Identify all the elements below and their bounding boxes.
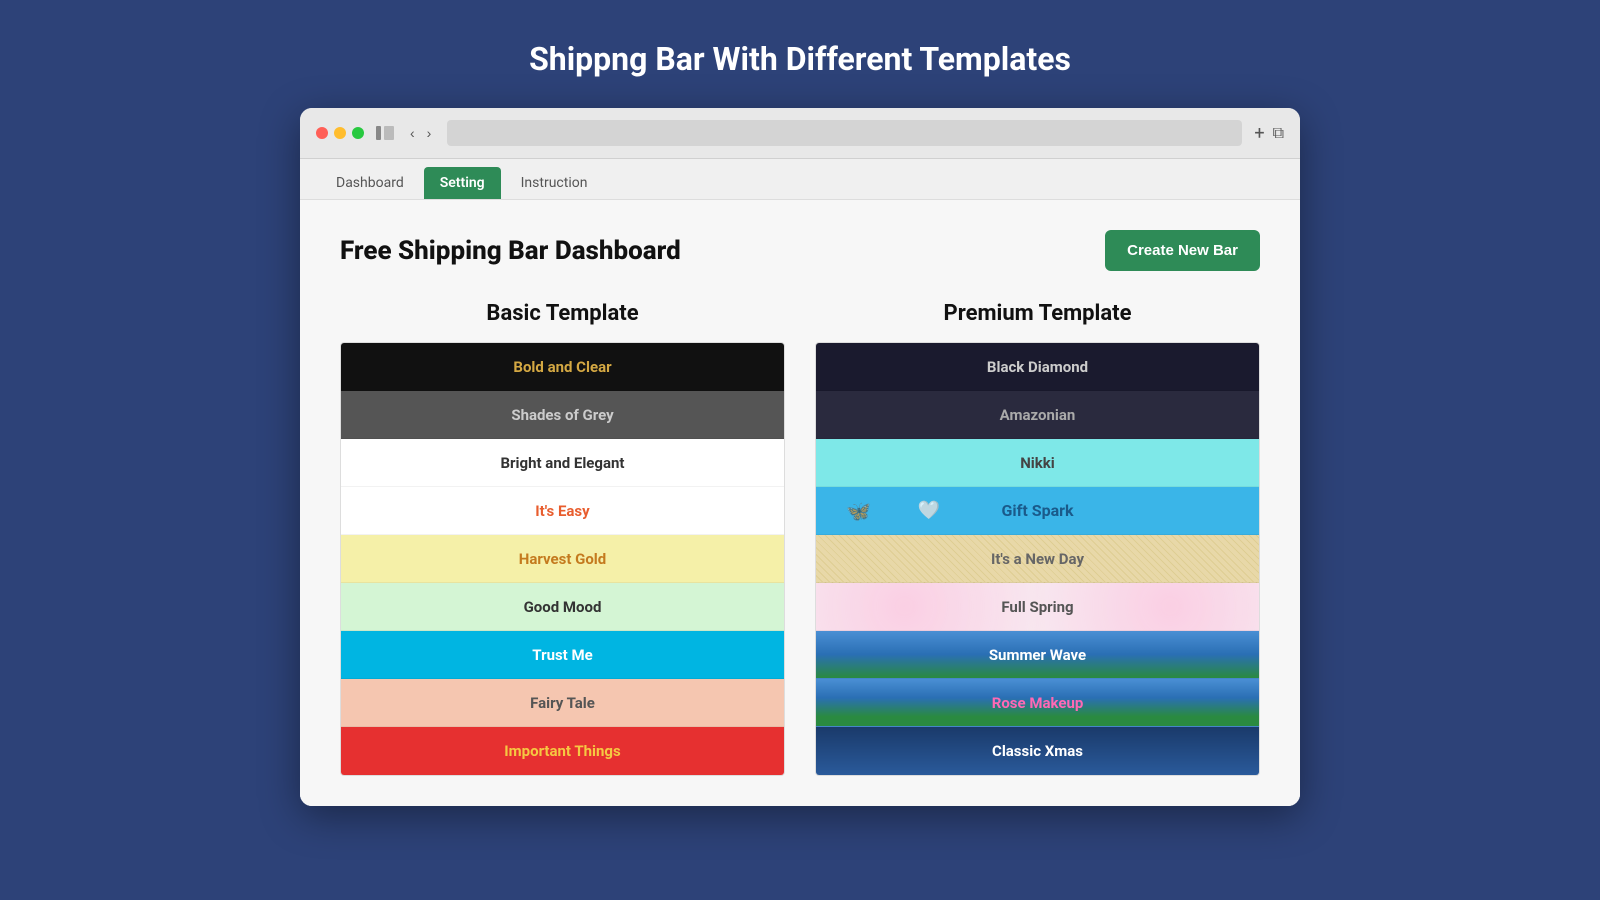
forward-button[interactable]: ›: [423, 123, 436, 143]
page-title: Shippng Bar With Different Templates: [529, 40, 1071, 78]
main-content: Free Shipping Bar Dashboard Create New B…: [300, 200, 1300, 806]
template-classic-xmas[interactable]: Classic Xmas: [816, 727, 1259, 775]
tab-dashboard[interactable]: Dashboard: [320, 167, 420, 199]
traffic-lights: [316, 127, 364, 139]
tab-setting[interactable]: Setting: [424, 167, 501, 199]
minimize-button[interactable]: [334, 127, 346, 139]
address-bar[interactable]: [447, 120, 1242, 146]
template-its-a-new-day[interactable]: It's a New Day: [816, 535, 1259, 583]
tab-instruction[interactable]: Instruction: [505, 167, 604, 199]
browser-actions: + ⧉: [1254, 123, 1284, 144]
nav-arrows: ‹ ›: [406, 123, 435, 143]
basic-template-heading: Basic Template: [340, 301, 785, 326]
template-important-things[interactable]: Important Things: [341, 727, 784, 775]
browser-chrome: ‹ › + ⧉: [300, 108, 1300, 159]
template-its-easy[interactable]: It's Easy: [341, 487, 784, 535]
template-amazonian[interactable]: Amazonian: [816, 391, 1259, 439]
basic-template-section: Basic Template Bold and Clear Shades of …: [340, 301, 785, 776]
premium-template-section: Premium Template Black Diamond Amazonian…: [815, 301, 1260, 776]
premium-template-heading: Premium Template: [815, 301, 1260, 326]
template-good-mood[interactable]: Good Mood: [341, 583, 784, 631]
gift-spark-heart-icon: 🤍: [918, 500, 940, 521]
template-rose-makeup[interactable]: Rose Makeup: [816, 679, 1259, 727]
template-black-diamond[interactable]: Black Diamond: [816, 343, 1259, 391]
new-tab-icon[interactable]: +: [1254, 123, 1264, 144]
template-summer-wave[interactable]: Summer Wave: [816, 631, 1259, 679]
close-button[interactable]: [316, 127, 328, 139]
template-harvest-gold[interactable]: Harvest Gold: [341, 535, 784, 583]
sidebar-toggle-icon[interactable]: [376, 126, 394, 140]
premium-template-list: Black Diamond Amazonian Nikki 🦋 🤍 Gift S…: [815, 342, 1260, 776]
dashboard-title: Free Shipping Bar Dashboard: [340, 236, 681, 266]
templates-grid: Basic Template Bold and Clear Shades of …: [340, 301, 1260, 776]
copy-icon[interactable]: ⧉: [1273, 123, 1284, 144]
back-button[interactable]: ‹: [406, 123, 419, 143]
template-nikki[interactable]: Nikki: [816, 439, 1259, 487]
template-bright-and-elegant[interactable]: Bright and Elegant: [341, 439, 784, 487]
create-new-bar-button[interactable]: Create New Bar: [1105, 230, 1260, 271]
browser-window: ‹ › + ⧉ Dashboard Setting Instruction Fr…: [300, 108, 1300, 806]
template-bold-and-clear[interactable]: Bold and Clear: [341, 343, 784, 391]
template-fairy-tale[interactable]: Fairy Tale: [341, 679, 784, 727]
template-gift-spark[interactable]: 🦋 🤍 Gift Spark: [816, 487, 1259, 535]
template-trust-me[interactable]: Trust Me: [341, 631, 784, 679]
dashboard-header: Free Shipping Bar Dashboard Create New B…: [340, 230, 1260, 271]
basic-template-list: Bold and Clear Shades of Grey Bright and…: [340, 342, 785, 776]
gift-spark-butterfly-icon: 🦋: [846, 499, 871, 523]
tab-bar: Dashboard Setting Instruction: [300, 159, 1300, 200]
browser-content: Dashboard Setting Instruction Free Shipp…: [300, 159, 1300, 806]
template-shades-of-grey[interactable]: Shades of Grey: [341, 391, 784, 439]
template-full-spring[interactable]: Full Spring: [816, 583, 1259, 631]
maximize-button[interactable]: [352, 127, 364, 139]
